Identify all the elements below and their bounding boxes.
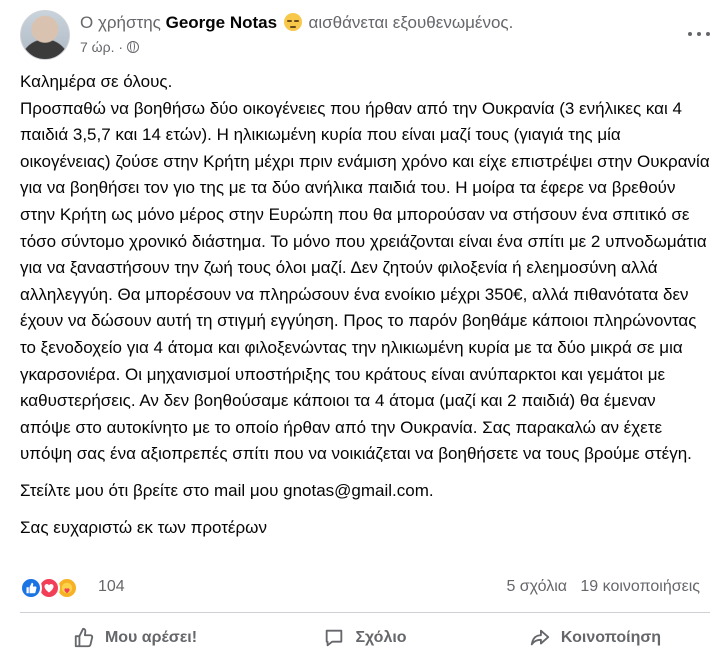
share-button[interactable]: Κοινοποίηση: [480, 616, 710, 660]
engagement-counts: 5 σχόλια 19 κοινοποιήσεις: [506, 578, 700, 596]
post-contact-text: Στείλτε μου ότι βρείτε στο mail μου gnot…: [20, 480, 434, 500]
post-action-bar: Μου αρέσει! Σχόλιο Κοινοποίηση: [20, 616, 710, 660]
like-button-label: Μου αρέσει!: [104, 629, 198, 646]
post-timestamp-link[interactable]: 7 ώρ.: [80, 39, 114, 55]
headline-prefix: Ο χρήστης: [80, 13, 161, 32]
like-icon: [20, 577, 42, 599]
comment-button[interactable]: Σχόλιο: [250, 616, 480, 660]
feeling-text: αισθάνεται εξουθενωμένος.: [308, 13, 514, 32]
author-name-link[interactable]: George Notas: [166, 13, 277, 32]
comment-button-label: Σχόλιο: [355, 629, 407, 646]
comment-bubble-icon: [326, 629, 343, 647]
actions-divider: [20, 612, 710, 613]
shares-count-link[interactable]: 19 κοινοποιήσεις: [580, 578, 700, 595]
comments-count-link[interactable]: 5 σχόλια: [506, 578, 567, 595]
pensive-face-icon: [283, 13, 302, 31]
post-meta: 7 ώρ. ·: [80, 39, 139, 55]
author-avatar[interactable]: [20, 10, 70, 60]
feed-post: Ο χρήστης George Notas αισθάνεται εξουθε…: [0, 0, 720, 661]
reaction-count[interactable]: 104: [98, 578, 125, 596]
post-main-text: Προσπαθώ να βοηθήσω δύο οικογένειες που …: [20, 98, 710, 464]
share-button-label: Κοινοποίηση: [560, 629, 662, 646]
globe-icon: [126, 41, 139, 53]
more-options-icon[interactable]: [684, 23, 714, 45]
post-thanks-text: Σας ευχαριστώ εκ των προτέρων: [20, 517, 267, 537]
reactions-row: 104 5 σχόλια 19 κοινοποιήσεις: [20, 576, 700, 600]
post-greeting: Καλημέρα σε όλους.: [20, 72, 173, 91]
post-body: Καλημέρα σε όλους. Προσπαθώ να βοηθήσω δ…: [20, 69, 710, 541]
share-arrow-icon: [530, 629, 550, 646]
like-button[interactable]: Μου αρέσει!: [20, 616, 250, 660]
post-header: Ο χρήστης George Notas αισθάνεται εξουθε…: [20, 10, 710, 62]
meta-separator: ·: [118, 39, 127, 55]
post-headline: Ο χρήστης George Notas αισθάνεται εξουθε…: [80, 13, 513, 33]
thumbs-up-icon: [74, 627, 94, 648]
